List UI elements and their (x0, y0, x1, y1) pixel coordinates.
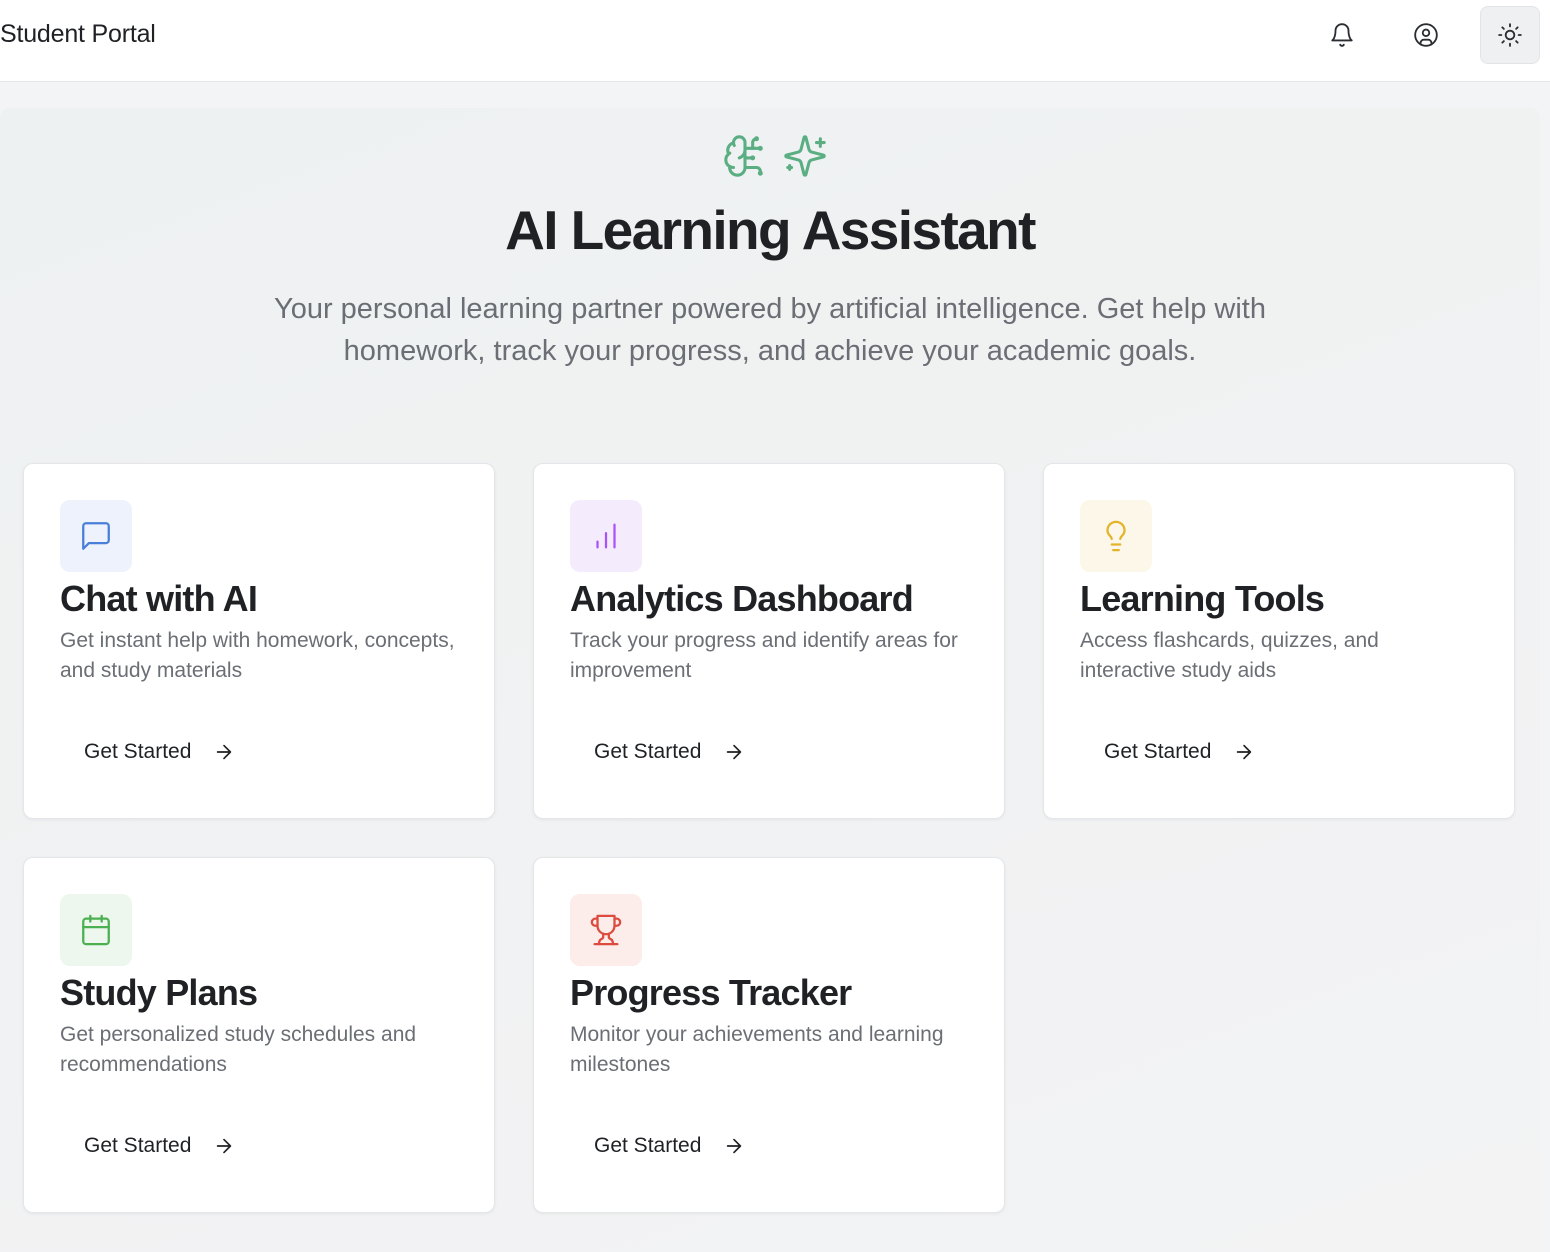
card-title: Study Plans (60, 972, 258, 1013)
arrow-right-icon (727, 744, 742, 760)
card-study-plans[interactable]: Study Plans Get personalized study sched… (23, 857, 495, 1213)
calendar-icon (82, 914, 110, 946)
card-analytics-dashboard[interactable]: Analytics Dashboard Track your progress … (533, 463, 1005, 819)
brain-icon (724, 135, 763, 177)
sun-icon (1498, 23, 1522, 47)
arrow-right-icon (1237, 744, 1252, 760)
card-icon-box (570, 500, 642, 572)
card-progress-tracker[interactable]: Progress Tracker Monitor your achievemen… (533, 857, 1005, 1213)
cta-label: Get Started (594, 740, 702, 763)
card-description: Get personalized study schedules and rec… (60, 1023, 417, 1076)
arrow-right-icon (727, 1138, 742, 1154)
get-started-button[interactable]: Get Started (570, 726, 769, 778)
trophy-icon (590, 914, 622, 946)
cta-label: Get Started (84, 1134, 192, 1157)
arrow-right-icon (217, 1138, 232, 1154)
card-learning-tools[interactable]: Learning Tools Access flashcards, quizze… (1043, 463, 1515, 819)
card-description: Track your progress and identify areas f… (570, 629, 958, 682)
lightbulb-icon (1106, 520, 1126, 552)
cta-label: Get Started (1104, 740, 1212, 763)
card-icon-box (1080, 500, 1152, 572)
sparkles-icon (784, 135, 826, 177)
theme-toggle-button[interactable] (1480, 6, 1540, 64)
card-description: Monitor your achievements and learning m… (570, 1023, 944, 1076)
page-title: AI Learning Assistant (505, 199, 1036, 261)
user-circle-icon (1414, 23, 1438, 47)
card-title: Learning Tools (1080, 578, 1325, 619)
card-title: Chat with AI (60, 578, 258, 619)
bar-chart-icon (596, 523, 616, 549)
card-icon-box (60, 894, 132, 966)
get-started-button[interactable]: Get Started (60, 726, 259, 778)
brand-title: Student Portal (0, 20, 156, 48)
card-icon-box (570, 894, 642, 966)
profile-button[interactable] (1396, 6, 1456, 64)
page-subtitle: Your personal learning partner powered b… (274, 293, 1266, 367)
message-square-icon (82, 522, 110, 550)
notifications-button[interactable] (1312, 6, 1372, 64)
hero-icons (722, 133, 828, 179)
get-started-button[interactable]: Get Started (1080, 726, 1279, 778)
get-started-button[interactable]: Get Started (60, 1120, 259, 1172)
card-title: Analytics Dashboard (570, 578, 914, 619)
card-icon-box (60, 500, 132, 572)
card-chat-with-ai[interactable]: Chat with AI Get instant help with homew… (23, 463, 495, 819)
card-description: Access flashcards, quizzes, and interact… (1080, 629, 1379, 682)
card-title: Progress Tracker (570, 972, 852, 1013)
top-bar: Student Portal (0, 0, 1550, 82)
cta-label: Get Started (84, 740, 192, 763)
bell-icon (1331, 23, 1353, 47)
arrow-right-icon (217, 744, 232, 760)
get-started-button[interactable]: Get Started (570, 1120, 769, 1172)
card-description: Get instant help with homework, concepts… (60, 629, 455, 682)
cta-label: Get Started (594, 1134, 702, 1157)
